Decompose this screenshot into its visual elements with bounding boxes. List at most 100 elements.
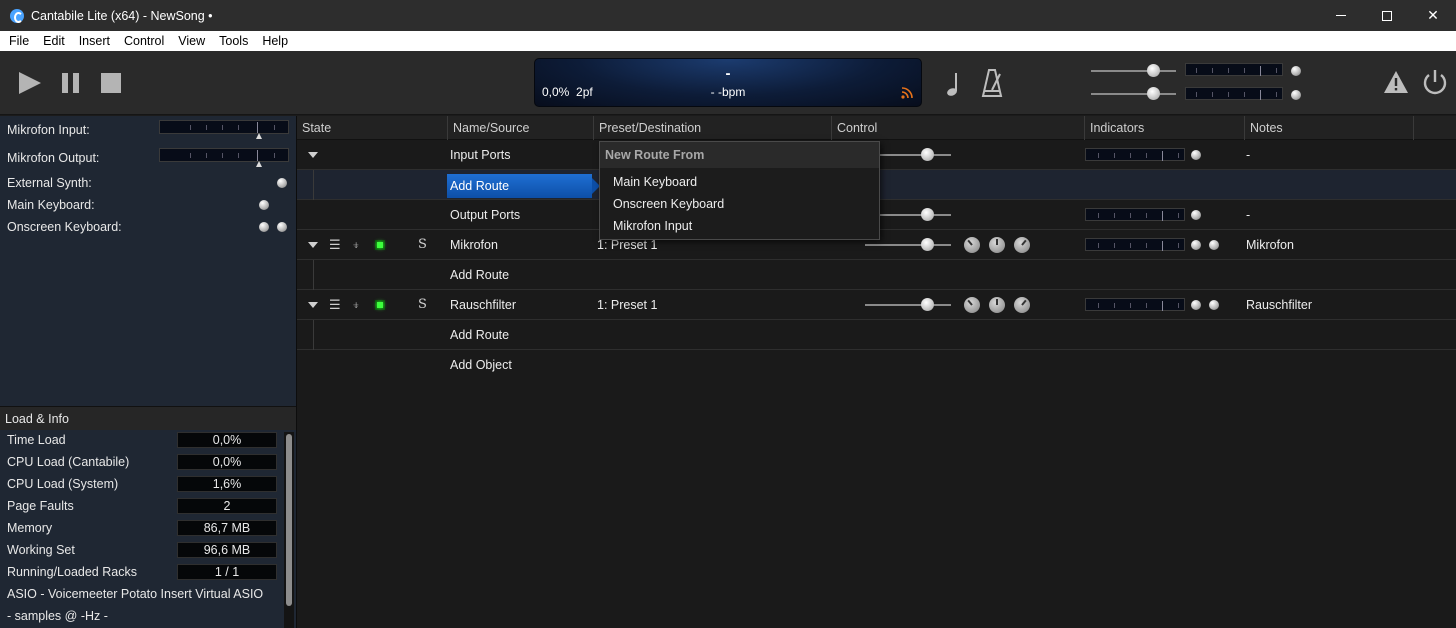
collapse-icon[interactable] xyxy=(308,242,318,248)
popup-item-onscreen-keyboard[interactable]: Onscreen Keyboard xyxy=(613,193,724,215)
scrollbar-thumb[interactable] xyxy=(286,434,292,606)
knob-icon[interactable] xyxy=(964,297,980,313)
slider-thumb[interactable] xyxy=(921,238,934,251)
table-row-add-route[interactable]: Add Route xyxy=(297,320,1456,350)
pause-icon[interactable] xyxy=(61,73,81,93)
tree-indent-line xyxy=(313,170,314,200)
master-input-slider[interactable] xyxy=(1091,64,1176,77)
gain-slider[interactable] xyxy=(865,298,951,311)
add-object-button[interactable]: Add Object xyxy=(450,350,512,380)
activity-led xyxy=(1209,300,1219,310)
note-icon[interactable] xyxy=(944,71,962,97)
port-meter-mikrofon-output xyxy=(159,148,289,167)
menu-icon[interactable]: ☰ xyxy=(329,290,341,320)
port-label-main-keyboard: Main Keyboard: xyxy=(7,198,95,212)
play-icon[interactable] xyxy=(19,72,41,94)
song-lcd-display[interactable]: - 0,0% 2pf - -bpm xyxy=(534,58,922,107)
slider-track xyxy=(865,304,951,306)
load-info-panel: Time Load 0,0% CPU Load (Cantabile) 0,0%… xyxy=(0,430,296,628)
slider-thumb[interactable] xyxy=(1147,64,1160,77)
level-meter xyxy=(1085,208,1185,221)
collapse-icon[interactable] xyxy=(308,152,318,158)
pin-icon[interactable]: ⍖ xyxy=(352,230,360,260)
add-route-button[interactable]: Add Route xyxy=(450,260,509,290)
load-info-header[interactable]: Load & Info xyxy=(0,406,296,430)
column-header-state[interactable]: State xyxy=(297,116,448,140)
popup-item-mikrofon-input[interactable]: Mikrofon Input xyxy=(613,215,692,237)
toolbar: - 0,0% 2pf - -bpm xyxy=(0,51,1456,115)
add-route-button[interactable]: Add Route xyxy=(450,320,509,350)
slider-thumb[interactable] xyxy=(921,208,934,221)
knob-icon[interactable] xyxy=(964,237,980,253)
power-icon[interactable] xyxy=(1422,68,1448,96)
menu-tools[interactable]: Tools xyxy=(212,31,255,51)
row-name: Input Ports xyxy=(450,148,511,162)
slider-track xyxy=(1091,70,1176,72)
load-label: Running/Loaded Racks xyxy=(7,565,137,579)
column-header-indicators[interactable]: Indicators xyxy=(1085,116,1245,140)
slider-thumb[interactable] xyxy=(921,298,934,311)
load-value: 86,7 MB xyxy=(177,520,277,536)
port-led-main-keyboard xyxy=(259,200,269,210)
menu-file[interactable]: File xyxy=(2,31,36,51)
stop-icon[interactable] xyxy=(101,73,121,93)
metronome-icon[interactable] xyxy=(981,68,1003,98)
sample-rate-info: - samples @ -Hz - xyxy=(7,609,108,623)
knob-icon[interactable] xyxy=(989,237,1005,253)
table-row-add-route[interactable]: Add Route xyxy=(297,260,1456,290)
menu-icon[interactable]: ☰ xyxy=(329,230,341,260)
table-row-add-object[interactable]: Add Object xyxy=(297,350,1456,380)
column-header-preset-destination[interactable]: Preset/Destination xyxy=(594,116,832,140)
row-name: Output Ports xyxy=(450,208,521,222)
collapse-icon[interactable] xyxy=(308,302,318,308)
port-led-onscreen-keyboard-out xyxy=(277,222,287,232)
menu-control[interactable]: Control xyxy=(117,31,171,51)
load-label: CPU Load (System) xyxy=(7,477,119,491)
knob-icon[interactable] xyxy=(1014,237,1030,253)
warning-icon[interactable] xyxy=(1383,70,1409,94)
slider-track xyxy=(865,244,951,246)
menu-insert[interactable]: Insert xyxy=(72,31,117,51)
popup-item-main-keyboard[interactable]: Main Keyboard xyxy=(613,171,697,193)
level-meter xyxy=(1085,238,1185,251)
port-label-mikrofon-input: Mikrofon Input: xyxy=(7,123,90,137)
menu-view[interactable]: View xyxy=(171,31,212,51)
load-info-scrollbar[interactable] xyxy=(284,432,294,628)
song-name: - xyxy=(725,65,731,82)
row-notes: - xyxy=(1246,148,1251,162)
minimize-button[interactable] xyxy=(1318,0,1364,31)
solo-button[interactable]: S xyxy=(418,230,427,260)
active-led-icon[interactable] xyxy=(374,239,386,251)
knob-icon[interactable] xyxy=(989,297,1005,313)
row-name: Rauschfilter xyxy=(450,298,516,312)
port-led-external-synth xyxy=(277,178,287,188)
gain-slider[interactable] xyxy=(865,238,951,251)
level-meter xyxy=(1085,298,1185,311)
column-header-name-source[interactable]: Name/Source xyxy=(448,116,594,140)
master-input-meter xyxy=(1185,63,1283,76)
activity-led xyxy=(1191,210,1201,220)
row-preset[interactable]: 1: Preset 1 xyxy=(597,290,657,320)
master-output-slider[interactable] xyxy=(1091,87,1176,100)
slider-thumb[interactable] xyxy=(921,148,934,161)
maximize-button[interactable] xyxy=(1364,0,1410,31)
pin-icon[interactable]: ⍖ xyxy=(352,290,360,320)
menu-help[interactable]: Help xyxy=(255,31,295,51)
slider-thumb[interactable] xyxy=(1147,87,1160,100)
solo-button[interactable]: S xyxy=(418,290,427,320)
load-value: 1,6% xyxy=(177,476,277,492)
knob-icon[interactable] xyxy=(1014,297,1030,313)
master-output-led xyxy=(1291,90,1301,100)
table-row-rauschfilter[interactable]: ☰ ⍖ S Rauschfilter 1: Preset 1 Rauschfil… xyxy=(297,290,1456,320)
column-header-notes[interactable]: Notes xyxy=(1245,116,1414,140)
menu-edit[interactable]: Edit xyxy=(36,31,72,51)
active-led-icon[interactable] xyxy=(374,299,386,311)
port-label-mikrofon-output: Mikrofon Output: xyxy=(7,151,100,165)
column-header-control[interactable]: Control xyxy=(832,116,1085,140)
load-label: Page Faults xyxy=(7,499,74,513)
load-value: 2 xyxy=(177,498,277,514)
window-controls: ✕ xyxy=(1318,0,1456,31)
title-bar: Cantabile Lite (x64) - NewSong • ✕ xyxy=(0,0,1456,31)
close-button[interactable]: ✕ xyxy=(1410,0,1456,31)
add-route-button[interactable]: Add Route xyxy=(447,174,600,198)
